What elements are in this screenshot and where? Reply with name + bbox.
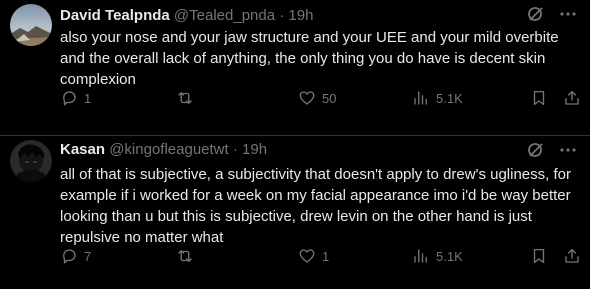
retweet-button[interactable] xyxy=(175,89,201,107)
avatar[interactable] xyxy=(10,140,52,182)
avatar[interactable] xyxy=(10,4,52,46)
reply-icon xyxy=(63,91,76,106)
retweet-icon xyxy=(178,92,192,104)
tweet-top-icons xyxy=(526,140,578,160)
reply-button[interactable]: 1 xyxy=(60,89,91,107)
tweet-top-icons xyxy=(526,4,578,24)
landscape-avatar-icon xyxy=(10,4,52,46)
heart-icon xyxy=(299,249,315,263)
like-count: 1 xyxy=(322,248,330,264)
bookmark-icon xyxy=(533,90,545,106)
more-options-icon[interactable] xyxy=(558,140,578,160)
timestamp[interactable]: 19h xyxy=(242,141,267,158)
tweet[interactable]: David Tealpnda @Tealed_pnda · 19h also y… xyxy=(0,0,590,136)
reply-count: 7 xyxy=(84,248,92,264)
more-options-icon[interactable] xyxy=(558,4,578,24)
views-chart-icon xyxy=(414,91,427,105)
grok-icon[interactable] xyxy=(526,4,546,24)
reply-icon xyxy=(63,249,76,264)
dark-figure-avatar-icon xyxy=(10,140,52,182)
like-button[interactable]: 1 xyxy=(298,247,329,265)
timestamp[interactable]: 19h xyxy=(288,7,313,24)
tweet-header: Kasan @kingofleaguetwt · 19h xyxy=(60,140,267,160)
heart-icon xyxy=(299,91,315,105)
user-handle[interactable]: @kingofleaguetwt xyxy=(109,141,228,158)
views-chart-icon xyxy=(414,249,427,263)
share-button[interactable] xyxy=(563,89,581,107)
display-name[interactable]: David Tealpnda xyxy=(60,7,170,24)
grok-icon[interactable] xyxy=(526,140,546,160)
display-name[interactable]: Kasan xyxy=(60,141,105,158)
share-icon xyxy=(565,248,579,263)
bookmark-button[interactable] xyxy=(530,247,548,265)
views-button[interactable]: 5.1K xyxy=(412,89,463,107)
view-count: 5.1K xyxy=(436,90,463,106)
tweet-text: also your nose and your jaw structure an… xyxy=(60,29,559,88)
tweet-text: all of that is subjective, a subjectivit… xyxy=(60,166,571,246)
reply-count: 1 xyxy=(84,90,92,106)
bookmark-button[interactable] xyxy=(530,89,548,107)
bookmark-icon xyxy=(533,248,545,264)
retweet-icon xyxy=(178,250,192,262)
user-handle[interactable]: @Tealed_pnda xyxy=(174,7,275,24)
retweet-button[interactable] xyxy=(175,247,201,265)
like-button[interactable]: 50 xyxy=(298,89,336,107)
share-button[interactable] xyxy=(563,247,581,265)
views-button[interactable]: 5.1K xyxy=(412,247,463,265)
reply-button[interactable]: 7 xyxy=(60,247,91,265)
share-icon xyxy=(565,90,579,105)
like-count: 50 xyxy=(322,90,337,106)
separator-dot: · xyxy=(232,141,238,158)
tweet[interactable]: Kasan @kingofleaguetwt · 19h all of that… xyxy=(0,136,590,288)
separator-dot: · xyxy=(279,7,285,24)
tweet-header: David Tealpnda @Tealed_pnda · 19h xyxy=(60,6,313,26)
view-count: 5.1K xyxy=(436,248,463,264)
